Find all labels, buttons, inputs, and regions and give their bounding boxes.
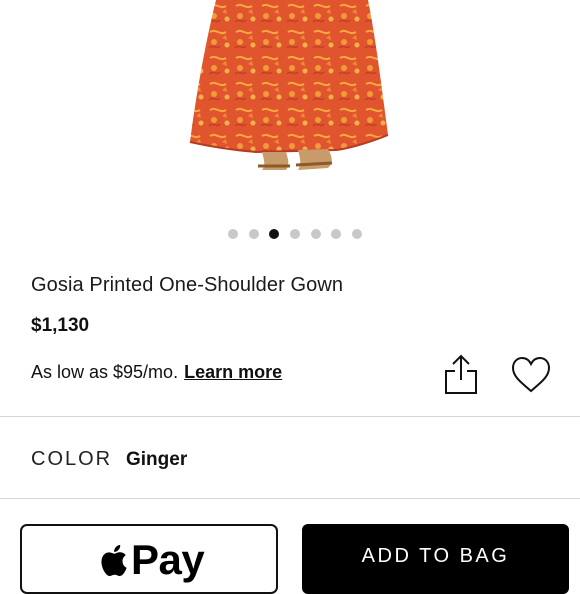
pagination-dot[interactable] bbox=[249, 229, 259, 239]
share-icon bbox=[445, 354, 477, 394]
pagination-dot[interactable] bbox=[311, 229, 321, 239]
color-value[interactable]: Ginger bbox=[126, 449, 187, 471]
financing-text: As low as $95/mo. bbox=[31, 362, 179, 382]
color-label: COLOR bbox=[31, 448, 113, 470]
dress-image bbox=[189, 0, 389, 170]
divider bbox=[0, 416, 580, 417]
pagination-dot[interactable] bbox=[331, 229, 341, 239]
pagination-dot[interactable] bbox=[290, 229, 300, 239]
pagination-dot[interactable] bbox=[228, 229, 238, 239]
add-to-bag-button[interactable]: ADD TO BAG bbox=[302, 524, 569, 594]
pagination-dot[interactable] bbox=[352, 229, 362, 239]
heart-icon bbox=[511, 356, 551, 393]
learn-more-link[interactable]: Learn more bbox=[184, 362, 282, 382]
financing-info: As low as $95/mo. Learn more bbox=[31, 362, 282, 383]
share-button[interactable] bbox=[440, 352, 482, 398]
favorite-button[interactable] bbox=[508, 354, 554, 396]
apple-logo-icon bbox=[101, 544, 127, 577]
image-pagination bbox=[0, 228, 580, 240]
divider bbox=[0, 498, 580, 499]
product-price: $1,130 bbox=[31, 315, 90, 336]
apple-pay-label: Pay bbox=[131, 536, 205, 583]
product-title: Gosia Printed One-Shoulder Gown bbox=[31, 274, 344, 296]
add-to-bag-label: ADD TO BAG bbox=[361, 545, 510, 567]
pagination-dot-active[interactable] bbox=[269, 229, 279, 239]
apple-pay-button[interactable]: Pay bbox=[20, 524, 278, 594]
product-image[interactable] bbox=[0, 0, 580, 205]
